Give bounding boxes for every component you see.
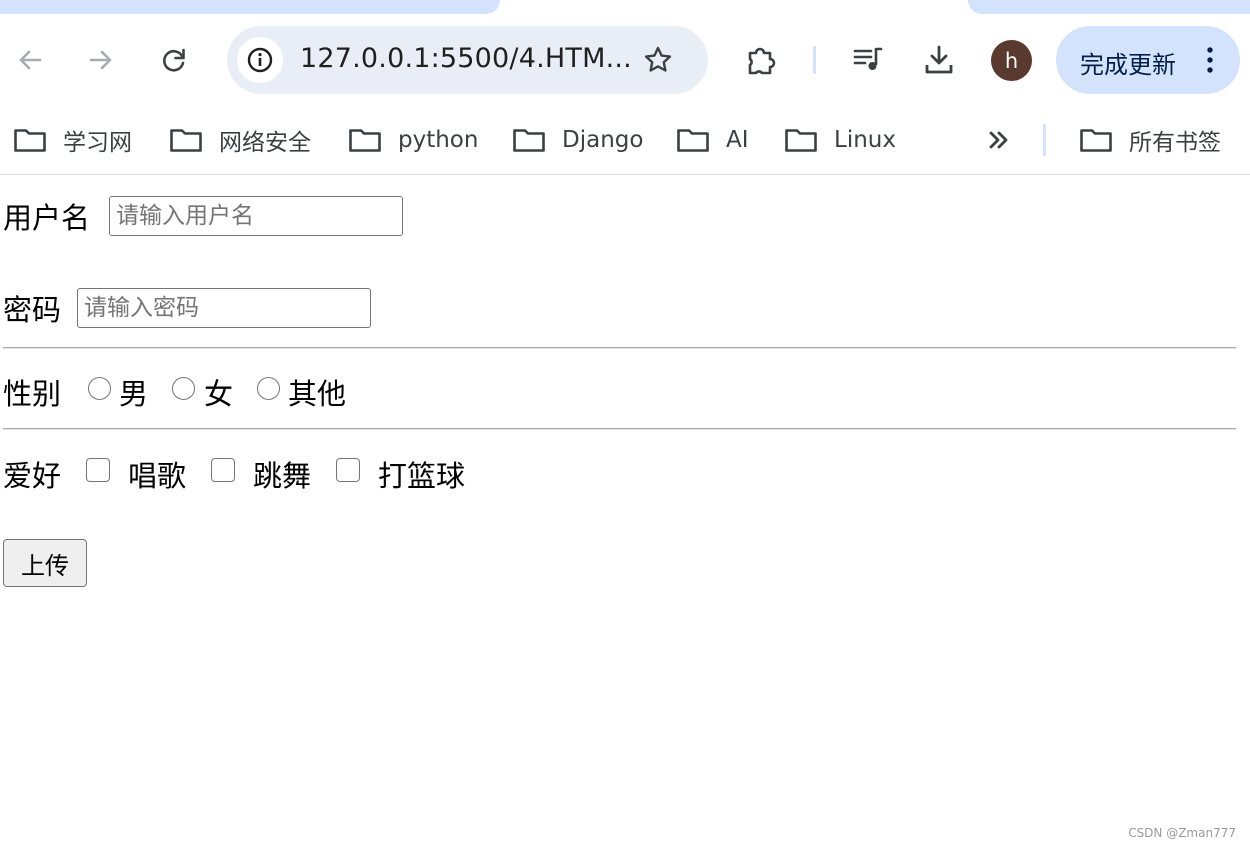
gender-option-label: 男 xyxy=(119,377,149,411)
folder-icon xyxy=(1080,129,1112,152)
reload-icon xyxy=(162,48,185,72)
puzzle-piece-icon xyxy=(748,47,776,75)
gender-label: 性别 xyxy=(3,377,62,411)
bookmark-label: python xyxy=(398,127,479,153)
bookmark-folder-4[interactable]: Django xyxy=(512,124,643,156)
bookmark-folder-5[interactable]: AI xyxy=(676,124,749,156)
bookmark-folder-1[interactable]: 学习网 xyxy=(13,124,132,156)
bookmarks-divider xyxy=(1043,124,1046,156)
bookmark-star-button[interactable] xyxy=(638,40,678,80)
star-icon xyxy=(644,46,672,72)
folder-icon xyxy=(677,129,709,152)
tab-inactive-right[interactable] xyxy=(968,0,1250,14)
hobby-checkbox-sing[interactable] xyxy=(86,458,110,482)
password-label: 密码 xyxy=(3,293,62,327)
horizontal-rule xyxy=(3,347,1236,349)
reload-button[interactable] xyxy=(154,40,194,80)
hobby-option-label: 打篮球 xyxy=(378,459,466,493)
bookmark-label: AI xyxy=(726,127,749,153)
all-bookmarks-label: 所有书签 xyxy=(1129,130,1221,156)
hobby-checkbox-dance[interactable] xyxy=(211,458,235,482)
gender-option-label: 其他 xyxy=(288,377,347,411)
back-button[interactable] xyxy=(10,40,50,80)
gender-option-label: 女 xyxy=(204,377,234,411)
horizontal-rule xyxy=(3,428,1236,430)
watermark: CSDN @Zman777 xyxy=(1128,826,1236,840)
password-input[interactable] xyxy=(77,288,371,328)
folder-icon xyxy=(14,129,46,152)
bookmarks-bar: 学习网 网络安全 python Django AI Linux 所有书签 xyxy=(0,110,1250,175)
gender-radio-male[interactable] xyxy=(88,377,111,400)
downloads-button[interactable] xyxy=(919,40,959,80)
update-button-label: 完成更新 xyxy=(1080,51,1176,79)
hobby-checkbox-basketball[interactable] xyxy=(336,458,360,482)
bookmark-label: 学习网 xyxy=(63,130,132,156)
toolbar-divider xyxy=(813,46,816,74)
arrow-right-icon xyxy=(89,50,112,70)
extensions-button[interactable] xyxy=(741,40,781,80)
folder-icon xyxy=(170,129,202,152)
bookmark-folder-6[interactable]: Linux xyxy=(784,124,896,156)
site-info-button[interactable] xyxy=(237,37,283,83)
gender-radio-female[interactable] xyxy=(172,377,195,400)
tab-strip xyxy=(0,0,1250,14)
chevron-double-right-icon xyxy=(989,131,1008,149)
bookmark-label: Django xyxy=(562,127,644,153)
username-input[interactable] xyxy=(109,196,403,236)
gender-radio-other[interactable] xyxy=(257,377,280,400)
bookmarks-overflow-button[interactable] xyxy=(986,124,1028,156)
bookmark-label: Linux xyxy=(834,127,896,153)
folder-icon xyxy=(349,129,381,152)
tab-inactive-left[interactable] xyxy=(0,0,500,14)
address-bar[interactable]: 127.0.0.1:5500/4.HTM... xyxy=(227,26,708,94)
download-icon xyxy=(925,45,953,74)
queue-music-icon xyxy=(853,47,883,70)
arrow-left-icon xyxy=(19,50,42,70)
kebab-menu-icon[interactable] xyxy=(1200,44,1220,76)
bookmark-folder-3[interactable]: python xyxy=(348,124,478,156)
info-icon xyxy=(247,47,273,73)
hobby-option-label: 跳舞 xyxy=(253,459,312,493)
upload-button[interactable]: 上传 xyxy=(3,539,87,587)
hobby-label: 爱好 xyxy=(3,459,62,493)
bookmark-folder-2[interactable]: 网络安全 xyxy=(169,124,311,156)
media-control-button[interactable] xyxy=(848,40,888,80)
username-label: 用户名 xyxy=(3,201,91,235)
url-text[interactable]: 127.0.0.1:5500/4.HTM... xyxy=(300,43,632,74)
folder-icon xyxy=(785,129,817,152)
update-button[interactable]: 完成更新 xyxy=(1056,26,1240,94)
all-bookmarks-button[interactable]: 所有书签 xyxy=(1079,124,1221,156)
hobby-option-label: 唱歌 xyxy=(128,459,187,493)
profile-avatar[interactable]: h xyxy=(991,40,1032,81)
browser-toolbar: 127.0.0.1:5500/4.HTM... h 完成更新 xyxy=(0,14,1250,110)
folder-icon xyxy=(513,129,545,152)
bookmark-label: 网络安全 xyxy=(219,130,311,156)
forward-button[interactable] xyxy=(81,40,121,80)
